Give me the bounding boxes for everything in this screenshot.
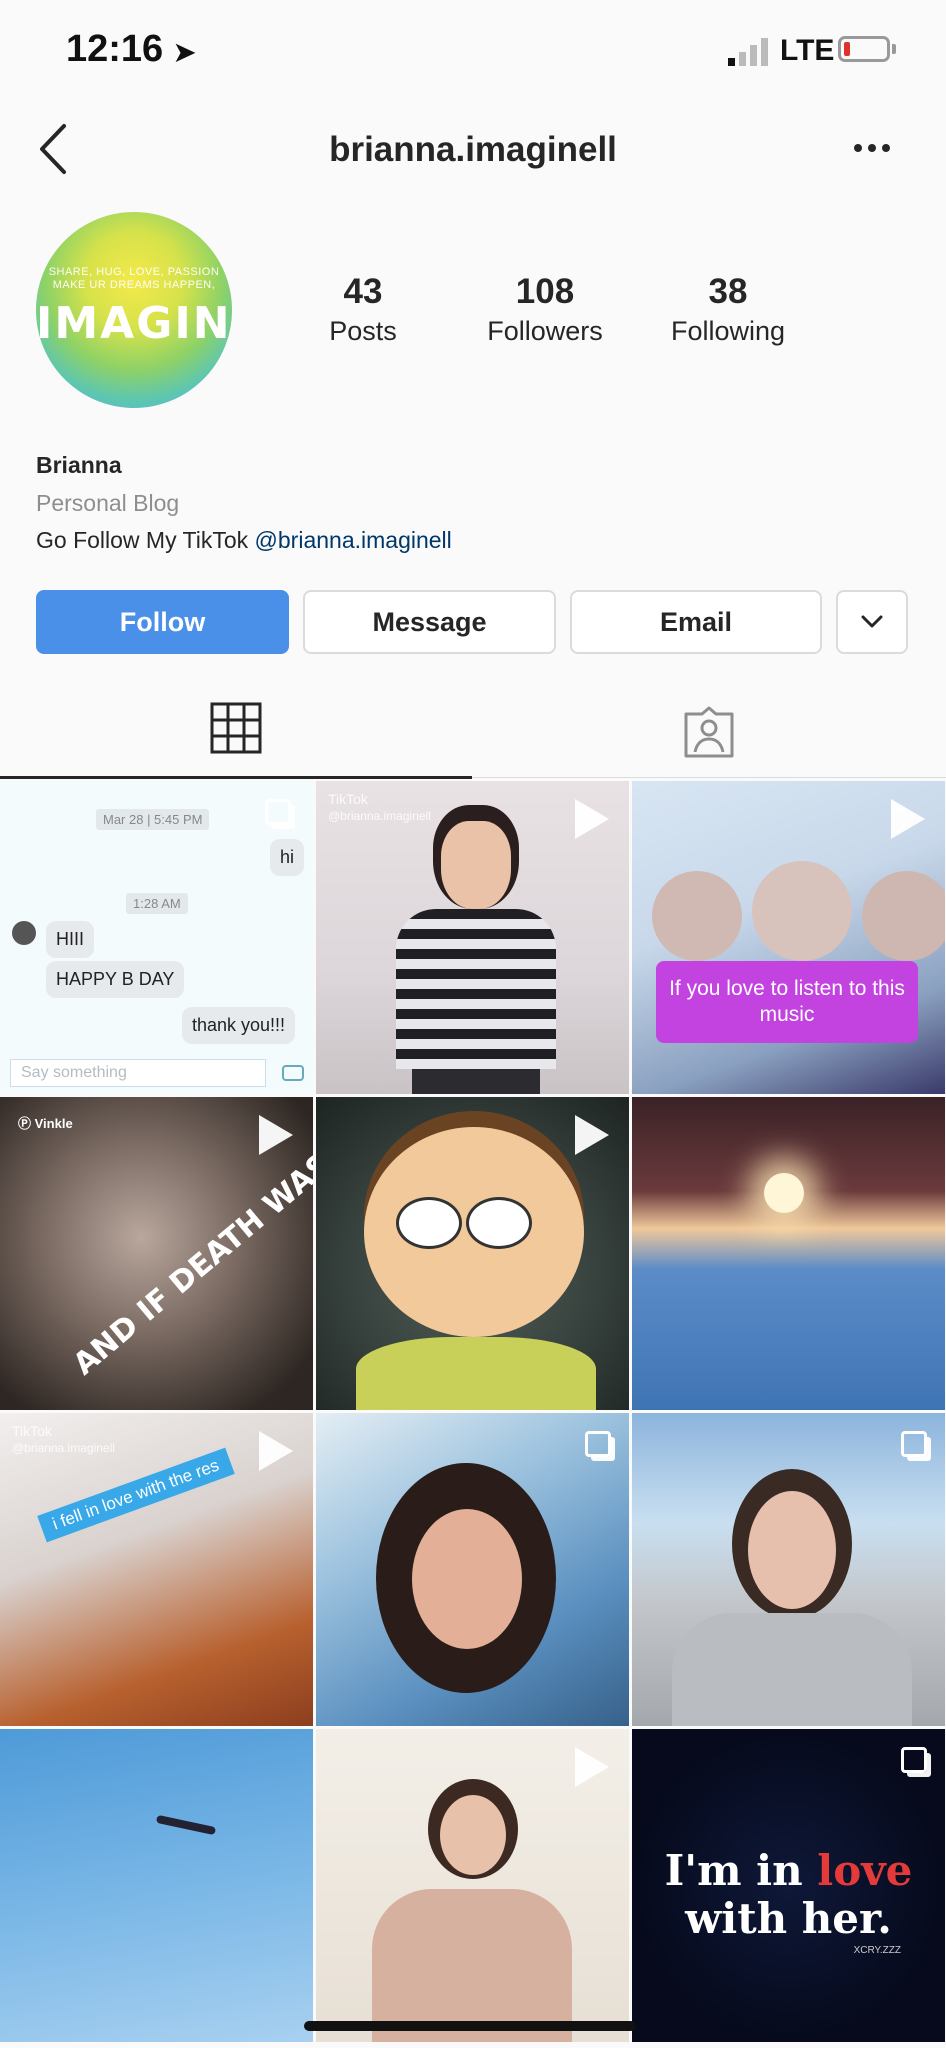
gamepad-icon: [282, 1065, 304, 1081]
post-tile[interactable]: Mar 28 | 5:45 PM hi 1:28 AM HIII HAPPY B…: [0, 781, 313, 1094]
bio-mention-link[interactable]: @brianna.imaginell: [255, 527, 452, 553]
post-tile[interactable]: [316, 1097, 629, 1410]
video-icon: [575, 1115, 609, 1155]
more-options-icon[interactable]: [852, 138, 892, 158]
multi-photo-icon: [585, 1431, 611, 1457]
post-tile[interactable]: [632, 1413, 945, 1726]
profile-username: brianna.imaginell: [329, 130, 617, 169]
email-button[interactable]: Email: [570, 590, 822, 654]
post-tile[interactable]: [316, 1413, 629, 1726]
chevron-down-icon: [861, 615, 883, 628]
chat-avatar: [12, 921, 36, 945]
multi-photo-icon: [901, 1747, 927, 1773]
active-tab-indicator: [0, 776, 472, 779]
post-tile[interactable]: [0, 1729, 313, 2042]
image-text: I'm in love with her.: [664, 1846, 913, 1943]
message-button[interactable]: Message: [303, 590, 556, 654]
status-time: 12:16 ➤: [66, 28, 196, 70]
video-caption: If you love to listen to this music: [656, 961, 918, 1043]
video-caption: i fell in love with the res: [37, 1447, 235, 1543]
post-tile[interactable]: Ⓟ Vinkle AND IF DEATH WAS: [0, 1097, 313, 1410]
post-tile[interactable]: [632, 1097, 945, 1410]
video-icon: [259, 1431, 293, 1471]
battery-icon: [838, 36, 890, 62]
tagged-photos-tab-icon[interactable]: [682, 706, 736, 758]
profile-avatar[interactable]: SHARE, HUG, LOVE, PASSION MAKE UR DREAMS…: [36, 212, 232, 408]
signal-icon: [728, 38, 768, 66]
post-tile[interactable]: TikTok @brianna.imaginell: [316, 781, 629, 1094]
followers-count[interactable]: 108 Followers: [460, 272, 630, 347]
profile-category: Personal Blog: [36, 490, 180, 516]
post-tile[interactable]: [316, 1729, 629, 2042]
post-tile[interactable]: TikTok @brianna.imaginell i fell in love…: [0, 1413, 313, 1726]
video-icon: [575, 799, 609, 839]
video-caption: AND IF DEATH WAS: [66, 1146, 313, 1383]
vinkle-watermark: Ⓟ Vinkle: [18, 1116, 73, 1131]
profile-name: Brianna: [36, 452, 122, 478]
network-label: LTE: [780, 34, 835, 67]
following-count[interactable]: 38 Following: [643, 272, 813, 347]
multi-photo-icon: [265, 799, 291, 825]
avatar-title: IMAGINE: [36, 298, 232, 349]
profile-bio: Go Follow My TikTok @brianna.imaginell: [36, 527, 452, 553]
avatar-caption: SHARE, HUG, LOVE, PASSION MAKE UR DREAMS…: [48, 266, 220, 291]
video-icon: [259, 1115, 293, 1155]
video-icon: [575, 1747, 609, 1787]
suggested-accounts-button[interactable]: [836, 590, 908, 654]
posts-count[interactable]: 43 Posts: [278, 272, 448, 347]
follow-button[interactable]: Follow: [36, 590, 289, 654]
video-icon: [891, 799, 925, 839]
post-tile[interactable]: If you love to listen to this music: [632, 781, 945, 1094]
post-tile[interactable]: I'm in love with her. XCRY.ZZZ: [632, 1729, 945, 2042]
home-indicator: [304, 2021, 636, 2031]
multi-photo-icon: [901, 1431, 927, 1457]
grid-view-tab-icon[interactable]: [210, 702, 262, 754]
